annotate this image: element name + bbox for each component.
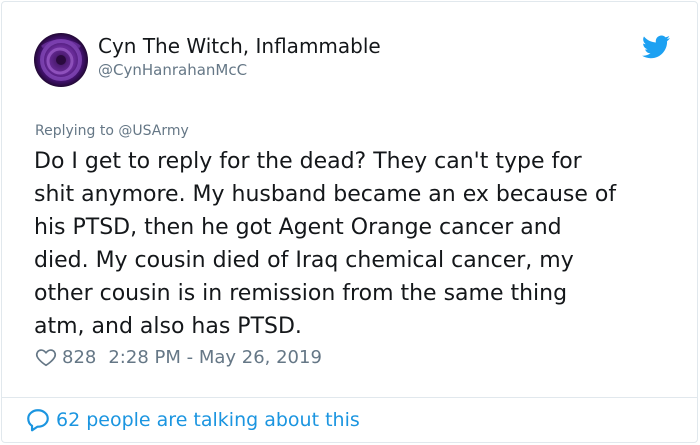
replying-to[interactable]: Replying to @USArmy bbox=[35, 123, 189, 139]
speech-bubble-icon[interactable] bbox=[25, 407, 51, 433]
tweet-text: Do I get to reply for the dead? They can… bbox=[34, 145, 682, 343]
tweet-card[interactable]: Cyn The Witch, Inflammable @CynHanrahanM… bbox=[1, 1, 698, 443]
tweet-line: his PTSD, then he got Agent Orange cance… bbox=[34, 215, 562, 240]
tweet-line: died. My cousin died of Iraq chemical ca… bbox=[34, 248, 574, 273]
author-handle[interactable]: @CynHanrahanMcC bbox=[98, 61, 247, 79]
conversation-count-text[interactable]: 62 people are talking about this bbox=[56, 409, 360, 431]
divider bbox=[2, 397, 697, 398]
tweet-meta: 828 2:28 PM - May 26, 2019 bbox=[35, 346, 322, 368]
tweet-line: shit anymore. My husband became an ex be… bbox=[34, 182, 617, 207]
author-name[interactable]: Cyn The Witch, Inflammable bbox=[98, 34, 381, 58]
tweet-line: Do I get to reply for the dead? They can… bbox=[34, 149, 582, 174]
like-count[interactable]: 828 bbox=[62, 347, 96, 368]
heart-icon[interactable] bbox=[35, 346, 57, 368]
timestamp[interactable]: 2:28 PM - May 26, 2019 bbox=[108, 347, 322, 368]
avatar[interactable] bbox=[34, 33, 88, 87]
conversation-link[interactable]: 62 people are talking about this bbox=[25, 407, 360, 433]
tweet-line: other cousin is in remission from the sa… bbox=[34, 281, 568, 306]
tweet-line: atm, and also has PTSD. bbox=[34, 314, 302, 339]
twitter-bird-icon[interactable] bbox=[642, 34, 670, 60]
